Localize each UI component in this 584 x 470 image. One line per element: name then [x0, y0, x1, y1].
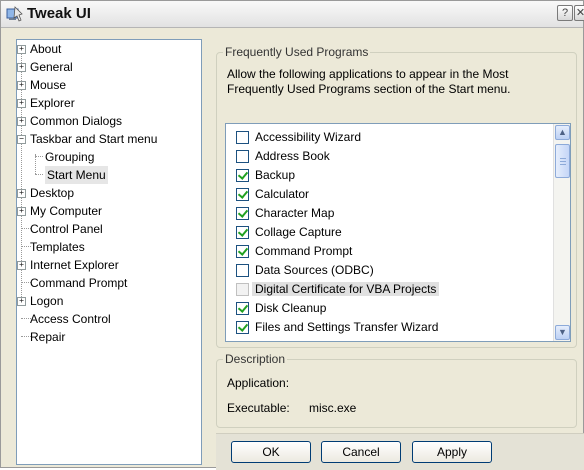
description-group-title: Description [223, 352, 288, 366]
ok-button[interactable]: OK [231, 441, 311, 463]
program-item-collage-capture[interactable]: Collage Capture [226, 223, 546, 242]
scroll-down-button[interactable]: ▼ [555, 325, 570, 340]
cancel-button[interactable]: Cancel [321, 441, 401, 463]
executable-label: Executable: [227, 401, 290, 415]
application-label: Application: [227, 376, 290, 390]
checkbox-checked[interactable] [236, 245, 249, 258]
help-button[interactable]: ? [557, 5, 573, 21]
tree-child-connector [35, 154, 36, 174]
programs-scrollbar[interactable]: ▲ ▼ [553, 124, 570, 341]
program-item-data-sources-odbc[interactable]: Data Sources (ODBC) [226, 261, 546, 280]
tree-item-label: Control Panel [30, 222, 103, 236]
program-item-label: Accessibility Wizard [255, 130, 362, 144]
expand-icon[interactable]: + [17, 261, 26, 270]
close-button[interactable]: ✕ [574, 5, 584, 21]
checkbox-checked[interactable] [236, 321, 249, 334]
tree-item-label: Explorer [30, 96, 75, 110]
tree-item-label: Taskbar and Start menu [30, 132, 158, 146]
checkbox-checked[interactable] [236, 188, 249, 201]
tree-item-label: Access Control [30, 312, 111, 326]
tree-item-label: Desktop [30, 186, 75, 200]
category-tree[interactable]: + About + General + Mouse + Explorer + Common Dia… [16, 39, 202, 465]
tree-item-label: My Computer [30, 204, 103, 218]
program-item-accessibility-wizard[interactable]: Accessibility Wizard [226, 128, 546, 147]
tree-item-label: Templates [30, 240, 85, 254]
programs-description: Allow the following applications to appe… [227, 67, 511, 96]
tree-item-label: Mouse [30, 78, 67, 92]
tree-item-label: Command Prompt [30, 276, 128, 290]
collapse-icon[interactable]: − [17, 135, 26, 144]
expand-icon[interactable]: + [17, 63, 26, 72]
program-item-disk-cleanup[interactable]: Disk Cleanup [226, 299, 546, 318]
expand-icon[interactable]: + [17, 117, 26, 126]
program-item-label: Files and Settings Transfer Wizard [255, 320, 439, 334]
scroll-grip-line [560, 161, 566, 162]
program-item-label: Address Book [255, 149, 330, 163]
tree-item-label: General [30, 60, 73, 74]
program-item-calculator[interactable]: Calculator [226, 185, 546, 204]
program-item-files-and-settings-transfer-wizard[interactable]: Files and Settings Transfer Wizard [226, 318, 546, 337]
tree-branch [35, 156, 43, 157]
tree-item-label: Logon [30, 294, 64, 308]
tree-item-label: Common Dialogs [30, 114, 123, 128]
tweak-ui-window: Tweak UI ? ✕ + About + General + Mouse + Explor… [0, 0, 584, 470]
expand-icon[interactable]: + [17, 297, 26, 306]
scroll-up-button[interactable]: ▲ [555, 125, 570, 140]
scroll-grip-line [560, 164, 566, 165]
scroll-thumb[interactable] [555, 144, 570, 178]
programs-group-title: Frequently Used Programs [223, 45, 371, 59]
program-item-label: Data Sources (ODBC) [255, 263, 374, 277]
tweak-ui-icon [6, 6, 23, 22]
description-group: Description Application: Executable: mis… [216, 352, 577, 428]
apply-button[interactable]: Apply [412, 441, 492, 463]
program-item-label: Character Map [255, 206, 335, 220]
checkbox-unchecked[interactable] [236, 283, 249, 296]
expand-icon[interactable]: + [17, 45, 26, 54]
program-item-character-map[interactable]: Character Map [226, 204, 546, 223]
tree-item-label: Start Menu [45, 166, 108, 184]
executable-value: misc.exe [309, 401, 357, 415]
programs-listbox[interactable]: Accessibility Wizard Address Book Backup Ca… [225, 123, 571, 342]
scroll-grip-line [560, 158, 566, 159]
program-item-digital-certificate-for-vba-projects[interactable]: Digital Certificate for VBA Projects [226, 280, 546, 299]
program-item-label: Backup [255, 168, 296, 182]
expand-icon[interactable]: + [17, 81, 26, 90]
tree-item-label: Internet Explorer [30, 258, 119, 272]
tree-item-label: About [30, 42, 62, 56]
checkbox-checked[interactable] [236, 302, 249, 315]
tree-branch [35, 174, 43, 175]
expand-icon[interactable]: + [17, 207, 26, 216]
program-item-command-prompt[interactable]: Command Prompt [226, 242, 546, 261]
expand-icon[interactable]: + [17, 99, 26, 108]
title-bar: Tweak UI ? ✕ [1, 1, 584, 28]
program-item-label: Digital Certificate for VBA Projects [252, 282, 440, 296]
expand-icon[interactable]: + [17, 189, 26, 198]
program-item-label: Calculator [255, 187, 310, 201]
window-title: Tweak UI [27, 5, 91, 22]
program-item-address-book[interactable]: Address Book [226, 147, 546, 166]
tree-item-label: Repair [30, 330, 66, 344]
program-item-label: Disk Cleanup [255, 301, 327, 315]
program-item-label: Command Prompt [255, 244, 353, 258]
checkbox-unchecked[interactable] [236, 131, 249, 144]
checkbox-checked[interactable] [236, 207, 249, 220]
checkbox-unchecked[interactable] [236, 264, 249, 277]
checkbox-checked[interactable] [236, 226, 249, 239]
program-item-label: Collage Capture [255, 225, 342, 239]
checkbox-unchecked[interactable] [236, 150, 249, 163]
checkbox-checked[interactable] [236, 169, 249, 182]
tree-item-label: Grouping [45, 150, 95, 164]
program-item-backup[interactable]: Backup [226, 166, 546, 185]
